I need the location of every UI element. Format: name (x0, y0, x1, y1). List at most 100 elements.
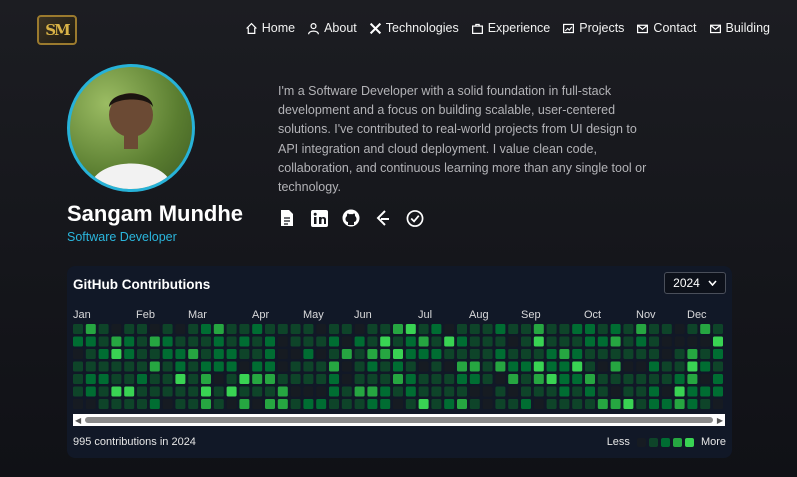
contribution-day[interactable] (623, 324, 634, 334)
contribution-day[interactable] (111, 386, 122, 397)
contribution-day[interactable] (469, 324, 480, 334)
nav-contact[interactable]: Contact (636, 20, 697, 36)
contribution-day[interactable] (111, 399, 122, 409)
contribution-day[interactable] (393, 324, 403, 334)
contribution-day[interactable] (649, 336, 659, 347)
contribution-day[interactable] (661, 361, 672, 372)
scroll-left-icon[interactable]: ◀ (75, 416, 81, 425)
contribution-day[interactable] (431, 374, 442, 384)
contribution-day[interactable] (252, 349, 263, 359)
contribution-day[interactable] (367, 386, 378, 397)
contribution-day[interactable] (265, 386, 275, 397)
contribution-day[interactable] (482, 349, 493, 359)
contribution-day[interactable] (175, 399, 186, 409)
contribution-day[interactable] (85, 361, 96, 372)
contribution-day[interactable] (162, 336, 173, 347)
contribution-day[interactable] (265, 336, 275, 347)
contribution-day[interactable] (73, 399, 83, 409)
contribution-day[interactable] (188, 386, 199, 397)
contribution-day[interactable] (482, 324, 493, 334)
leetcode-icon[interactable] (374, 209, 392, 227)
contribution-day[interactable] (380, 374, 391, 384)
contribution-day[interactable] (572, 361, 583, 372)
contribution-day[interactable] (674, 336, 685, 347)
contribution-day[interactable] (559, 399, 570, 409)
contribution-day[interactable] (649, 349, 659, 359)
contribution-day[interactable] (623, 399, 634, 409)
contribution-day[interactable] (495, 386, 506, 397)
contribution-day[interactable] (290, 336, 301, 347)
contribution-day[interactable] (162, 361, 173, 372)
contribution-day[interactable] (533, 349, 544, 359)
contribution-day[interactable] (636, 399, 647, 409)
contribution-day[interactable] (623, 336, 634, 347)
contribution-day[interactable] (546, 361, 557, 372)
contribution-day[interactable] (367, 399, 378, 409)
contribution-day[interactable] (226, 336, 237, 347)
scroll-right-icon[interactable]: ▶ (717, 416, 723, 425)
contribution-day[interactable] (687, 386, 698, 397)
contribution-day[interactable] (354, 349, 365, 359)
contribution-day[interactable] (252, 374, 263, 384)
contribution-day[interactable] (713, 349, 723, 359)
contribution-day[interactable] (226, 386, 237, 397)
contribution-day[interactable] (124, 324, 135, 334)
contribution-day[interactable] (149, 374, 160, 384)
contribution-day[interactable] (546, 349, 557, 359)
contribution-day[interactable] (277, 336, 288, 347)
contribution-day[interactable] (418, 374, 429, 384)
contribution-day[interactable] (201, 324, 211, 334)
contribution-day[interactable] (405, 336, 416, 347)
contribution-day[interactable] (380, 349, 391, 359)
contribution-day[interactable] (175, 374, 186, 384)
contribution-day[interactable] (213, 336, 224, 347)
contribution-day[interactable] (610, 336, 621, 347)
contribution-day[interactable] (73, 386, 83, 397)
contribution-day[interactable] (239, 336, 250, 347)
contribution-day[interactable] (290, 349, 301, 359)
contribution-day[interactable] (316, 374, 327, 384)
contribution-day[interactable] (687, 374, 698, 384)
contribution-day[interactable] (290, 399, 301, 409)
contribution-day[interactable] (354, 386, 365, 397)
contribution-day[interactable] (98, 336, 109, 347)
contribution-day[interactable] (559, 361, 570, 372)
contribution-day[interactable] (175, 386, 186, 397)
contribution-day[interactable] (239, 399, 250, 409)
contribution-day[interactable] (457, 374, 467, 384)
contribution-day[interactable] (687, 349, 698, 359)
contribution-day[interactable] (252, 336, 263, 347)
contribution-day[interactable] (533, 361, 544, 372)
contribution-day[interactable] (367, 336, 378, 347)
contribution-day[interactable] (137, 324, 147, 334)
contribution-day[interactable] (585, 336, 595, 347)
contribution-day[interactable] (111, 374, 122, 384)
contribution-day[interactable] (585, 374, 595, 384)
contribution-day[interactable] (329, 361, 339, 372)
contribution-day[interactable] (226, 324, 237, 334)
github-icon[interactable] (342, 209, 360, 227)
contribution-day[interactable] (457, 399, 467, 409)
contribution-day[interactable] (213, 361, 224, 372)
contribution-day[interactable] (546, 386, 557, 397)
contribution-day[interactable] (188, 374, 199, 384)
contribution-day[interactable] (687, 336, 698, 347)
contribution-day[interactable] (713, 336, 723, 347)
contribution-day[interactable] (508, 336, 519, 347)
contribution-day[interactable] (149, 349, 160, 359)
contribution-day[interactable] (85, 336, 96, 347)
contribution-day[interactable] (418, 336, 429, 347)
contribution-day[interactable] (713, 324, 723, 334)
linkedin-icon[interactable] (310, 209, 328, 227)
contribution-day[interactable] (444, 399, 455, 409)
contribution-day[interactable] (277, 374, 288, 384)
contribution-day[interactable] (508, 349, 519, 359)
contribution-day[interactable] (354, 374, 365, 384)
contribution-day[interactable] (495, 374, 506, 384)
contribution-day[interactable] (636, 361, 647, 372)
contribution-day[interactable] (713, 399, 723, 409)
contribution-day[interactable] (431, 324, 442, 334)
contribution-day[interactable] (341, 336, 352, 347)
contribution-day[interactable] (597, 361, 608, 372)
contribution-day[interactable] (341, 361, 352, 372)
